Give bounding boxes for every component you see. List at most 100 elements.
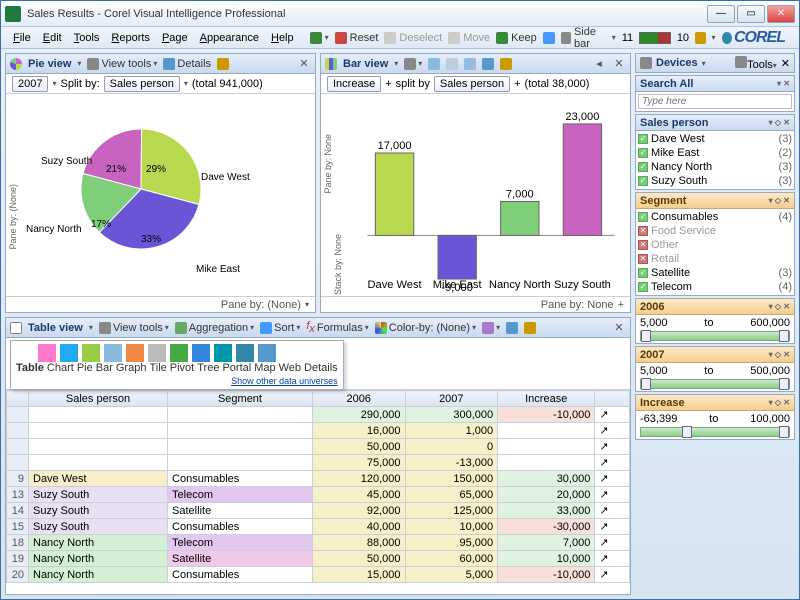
column-header[interactable]: 2007 [405, 391, 498, 407]
universe-table-icon[interactable] [16, 344, 34, 362]
close-button[interactable]: ✕ [767, 5, 795, 23]
filter-item[interactable]: ✓Suzy South(3) [638, 174, 792, 188]
salesperson-title[interactable]: Sales person [640, 117, 708, 129]
table-row[interactable]: 14Suzy SouthSatellite92,000125,00033,000… [7, 503, 630, 519]
filter-item[interactable]: ✓Consumables(4) [638, 210, 792, 224]
table-aggregation[interactable]: Aggregation▾ [175, 322, 254, 334]
table-row[interactable]: 75,000-13,000↗ [7, 455, 630, 471]
search-input[interactable] [638, 94, 792, 109]
column-header[interactable] [595, 391, 630, 407]
universe-portal-label[interactable]: Portal [222, 362, 251, 374]
bar-chart[interactable]: 17,000Dave West-9,000Mike East7,000Nancy… [321, 94, 630, 296]
minimize-button[interactable]: — [707, 5, 735, 23]
table-row[interactable]: 9Dave WestConsumables120,000150,00030,00… [7, 471, 630, 487]
universe-web-icon[interactable] [236, 344, 254, 362]
bar-details[interactable] [482, 58, 494, 70]
devices-tools[interactable]: Tools▾ [735, 56, 777, 71]
column-header[interactable]: Sales person [29, 391, 168, 407]
segment-title[interactable]: Segment [640, 195, 686, 207]
bar-pane-bottom[interactable]: Pane by: None [541, 299, 614, 311]
pie-pane-bottom[interactable]: Pane by: (None) [221, 299, 301, 311]
table-formulas[interactable]: fxFormulas▾ [306, 320, 368, 335]
move-button[interactable]: Move [448, 32, 490, 44]
table-cart[interactable] [524, 322, 536, 334]
universe-bar-icon[interactable] [82, 344, 100, 362]
menu-page[interactable]: Page [156, 30, 194, 46]
bar-cart[interactable] [500, 58, 512, 70]
universe-details-icon[interactable] [258, 344, 276, 362]
universe-pivot-icon[interactable] [148, 344, 166, 362]
universe-graph-icon[interactable] [104, 344, 122, 362]
universe-graph-label[interactable]: Graph [116, 362, 147, 374]
filter-item[interactable]: ✓Telecom(4) [638, 280, 792, 294]
bar-split[interactable]: Sales person [434, 76, 510, 92]
universe-chart-icon[interactable] [38, 344, 56, 362]
table-colorby[interactable]: Color-by: (None)▾ [375, 322, 476, 334]
help-icon[interactable] [722, 32, 732, 44]
pie-chart[interactable]: Dave West29%Mike East33%Nancy North17%Su… [6, 94, 315, 296]
universe-chart-label[interactable]: Chart [47, 362, 74, 374]
table-row[interactable]: 19Nancy NorthSatellite50,00060,00010,000… [7, 551, 630, 567]
filter-item[interactable]: ✓Mike East(2) [638, 146, 792, 160]
menu-reports[interactable]: Reports [105, 30, 156, 46]
deselect-button[interactable]: Deselect [384, 32, 442, 44]
pie-year-select[interactable]: 2007 [12, 76, 48, 92]
menu-file[interactable]: File [7, 30, 37, 46]
menu-help[interactable]: Help [265, 30, 300, 46]
filter-item[interactable]: ✓Nancy North(3) [638, 160, 792, 174]
table-sort[interactable]: Sort▾ [260, 322, 300, 334]
range-2006-slider[interactable]: 5,000to600,000 [636, 315, 794, 343]
range-inc-slider[interactable]: -63,399to100,000 [636, 411, 794, 439]
maximize-button[interactable]: ▭ [737, 5, 765, 23]
bar-chart-type-1[interactable] [428, 58, 440, 70]
range-2007-title[interactable]: 2007 [640, 349, 664, 361]
table-row[interactable]: 18Nancy NorthTelecom88,00095,0007,000↗ [7, 535, 630, 551]
universe-web-label[interactable]: Web [279, 362, 301, 374]
universe-tile-label[interactable]: Tile [149, 362, 166, 374]
pie-split-select[interactable]: Sales person [104, 76, 180, 92]
filter-item[interactable]: ✕Other [638, 238, 792, 252]
cart-icon[interactable] [695, 32, 705, 44]
keep-button[interactable]: Keep [496, 32, 537, 44]
filter-item[interactable]: ✓Satellite(3) [638, 266, 792, 280]
table-row[interactable]: 20Nancy NorthConsumables15,0005,000-10,0… [7, 567, 630, 583]
refresh-button[interactable]: ▾ [310, 32, 329, 44]
bar-viewtools[interactable]: ▾ [404, 58, 422, 70]
menu-tools[interactable]: Tools [68, 30, 106, 46]
table-extra-1[interactable]: ▾ [482, 322, 500, 334]
universe-pivot-label[interactable]: Pivot [170, 362, 194, 374]
sidebar-button[interactable]: Side bar▾ [561, 26, 616, 50]
reset-button[interactable]: Reset [335, 32, 379, 44]
table-row[interactable]: 13Suzy SouthTelecom45,00065,00020,000↗ [7, 487, 630, 503]
data-table[interactable]: Sales personSegment20062007Increase290,0… [6, 390, 630, 594]
universe-pie-icon[interactable] [60, 344, 78, 362]
pie-close[interactable]: ✕ [297, 57, 311, 70]
column-header[interactable] [7, 391, 29, 407]
table-viewtools[interactable]: View tools▾ [99, 322, 169, 334]
column-header[interactable]: Increase [498, 391, 595, 407]
pie-details-button[interactable]: Details [163, 58, 211, 70]
column-header[interactable]: 2006 [312, 391, 405, 407]
nav-button[interactable] [543, 32, 555, 44]
universe-portal-icon[interactable] [192, 344, 210, 362]
bar-prev[interactable]: ◂ [592, 57, 606, 70]
pie-viewtools[interactable]: View tools▾ [87, 58, 157, 70]
table-row[interactable]: 290,000300,000-10,000↗ [7, 407, 630, 423]
table-row[interactable]: 16,0001,000↗ [7, 423, 630, 439]
universe-map-label[interactable]: Map [254, 362, 275, 374]
universe-pie-label[interactable]: Pie [77, 362, 93, 374]
range-2006-title[interactable]: 2006 [640, 301, 664, 313]
search-title[interactable]: Search All [640, 78, 693, 90]
bar-chart-type-3[interactable] [464, 58, 476, 70]
bar-close[interactable]: ✕ [612, 57, 626, 70]
range-inc-title[interactable]: Increase [640, 397, 685, 409]
filter-item[interactable]: ✓Dave West(3) [638, 132, 792, 146]
table-close[interactable]: ✕ [612, 321, 626, 334]
universe-tile-icon[interactable] [126, 344, 144, 362]
bar-chart-type-2[interactable] [446, 58, 458, 70]
table-details[interactable] [506, 322, 518, 334]
universe-tree-label[interactable]: Tree [197, 362, 219, 374]
table-row[interactable]: 50,0000↗ [7, 439, 630, 455]
bar-measure[interactable]: Increase [327, 76, 381, 92]
pie-cart[interactable] [217, 58, 229, 70]
